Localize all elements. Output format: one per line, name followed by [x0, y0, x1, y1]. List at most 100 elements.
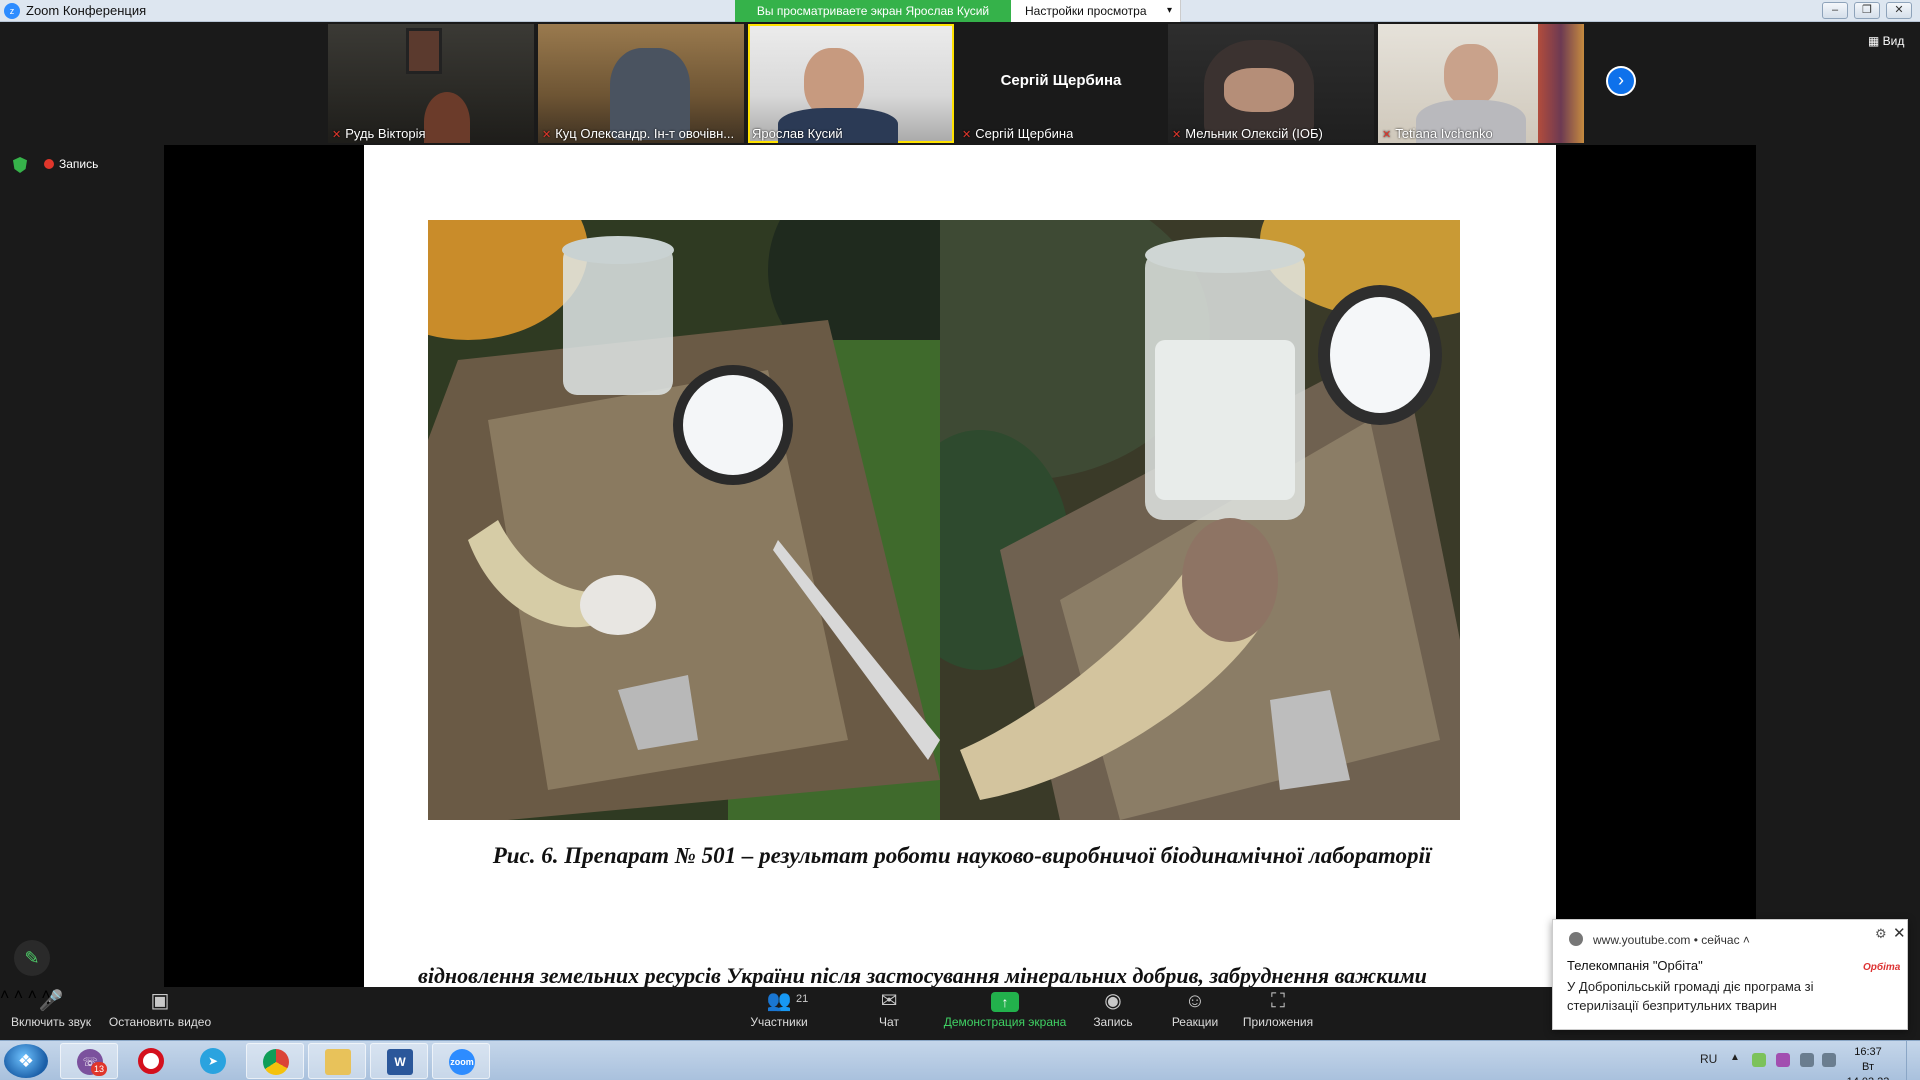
browser-notification[interactable]: www.youtube.com • сейчас ˄ ⚙ ✕ Телекомпа…: [1552, 919, 1908, 1030]
view-button[interactable]: ▦ Вид: [1868, 34, 1904, 48]
gear-icon[interactable]: ⚙: [1875, 926, 1887, 942]
taskbar-telegram[interactable]: ➤: [184, 1043, 242, 1079]
apps-button[interactable]: ⛶ Приложения: [1240, 987, 1316, 1040]
reactions-button[interactable]: ☺ Реакции: [1166, 987, 1224, 1040]
record-icon: ◉: [1104, 990, 1122, 1012]
view-options-label: Настройки просмотра: [1025, 4, 1147, 18]
participant-video-off-name: Сергій Щербина: [1000, 72, 1122, 89]
participant-tile[interactable]: ✕ Рудь Вікторія: [328, 24, 534, 143]
zoom-icon: zoom: [449, 1049, 475, 1075]
network-icon[interactable]: [1800, 1053, 1814, 1067]
notification-source: www.youtube.com • сейчас ˄: [1593, 933, 1750, 947]
taskbar-chrome[interactable]: [246, 1043, 304, 1079]
show-desktop-button[interactable]: [1906, 1041, 1920, 1080]
figure-caption: Рис. 6. Препарат № 501 – результат робот…: [492, 843, 1432, 868]
view-label: Вид: [1882, 34, 1905, 48]
taskbar-opera[interactable]: [122, 1043, 180, 1079]
person-silhouette: [424, 92, 470, 143]
close-button[interactable]: ✕: [1886, 2, 1912, 19]
participant-tile[interactable]: ✕ Куц Олександр. Ін-т овочівн...: [538, 24, 744, 143]
window-title: Zoom Конференция: [26, 3, 147, 18]
participants-label: Участники: [750, 1015, 808, 1029]
title-bar: z Zoom Конференция Вы просматриваете экр…: [0, 0, 1920, 22]
chat-button[interactable]: ✉ Чат: [866, 987, 912, 1040]
wall-picture: [406, 28, 442, 74]
taskbar-clock[interactable]: 16:37 Вт 14.03.23: [1840, 1045, 1896, 1080]
mic-muted-icon: ✕: [332, 129, 342, 141]
participant-name: ✕ Сергій Щербина: [962, 126, 1074, 141]
reaction-smile-icon: ☺: [1184, 990, 1206, 1012]
participant-name: Ярослав Кусий: [752, 126, 843, 141]
chat-label: Чат: [879, 1015, 899, 1029]
participant-tile-active[interactable]: Ярослав Кусий: [748, 24, 954, 143]
view-options-button[interactable]: Настройки просмотра ▾: [1011, 0, 1181, 22]
recording-label: Запись: [59, 157, 99, 171]
mic-muted-icon: ✕: [542, 129, 552, 141]
mic-muted-icon: ✕: [1172, 129, 1182, 141]
speaker-icon[interactable]: [1822, 1053, 1836, 1067]
viber-badge: 13: [91, 1062, 107, 1076]
stop-video-button[interactable]: ▣ Остановить видео: [106, 987, 214, 1040]
person-face: [1444, 44, 1498, 106]
language-indicator[interactable]: RU: [1700, 1052, 1717, 1066]
close-icon[interactable]: ✕: [1893, 924, 1906, 942]
shared-document-page: Рис. 6. Препарат № 501 – результат робот…: [364, 145, 1556, 987]
security-shield-icon[interactable]: [13, 157, 27, 173]
word-icon: W: [387, 1049, 413, 1075]
taskbar-explorer[interactable]: [308, 1043, 366, 1079]
restore-button[interactable]: ❐: [1854, 2, 1880, 19]
recording-indicator[interactable]: Запись: [44, 157, 98, 171]
participant-tile[interactable]: ✕ Мельник Олексій (ІОБ): [1168, 24, 1374, 143]
notification-message: У Добропільській громаді діє програма зі…: [1567, 979, 1814, 1013]
tray-viber-icon[interactable]: [1776, 1053, 1790, 1067]
clock-time: 16:37: [1854, 1046, 1882, 1058]
apps-label: Приложения: [1242, 1015, 1314, 1029]
minimize-button[interactable]: –: [1822, 2, 1848, 19]
next-page-arrow-icon[interactable]: ›: [1606, 66, 1636, 96]
record-dot-icon: [44, 159, 54, 169]
participant-tile[interactable]: Сергій Щербина ✕ Сергій Щербина: [958, 24, 1164, 143]
share-screen-button[interactable]: ↑ Демонстрация экрана: [940, 987, 1070, 1040]
zoom-window: z Zoom Конференция Вы просматриваете экр…: [0, 0, 1920, 1080]
tray-app-icon[interactable]: [1752, 1053, 1766, 1067]
zoom-icon: z: [4, 3, 20, 19]
participant-tile[interactable]: ✕ Tetiana Ivchenko: [1378, 24, 1584, 143]
record-button[interactable]: ◉ Запись: [1090, 987, 1136, 1040]
share-screen-icon: ↑: [940, 987, 1070, 1015]
apps-grid-icon: ⛶: [1271, 990, 1285, 1012]
annotate-pencil-icon[interactable]: ✎: [14, 940, 50, 976]
tray-expand-icon[interactable]: ▲: [1730, 1052, 1740, 1063]
telegram-icon: ➤: [200, 1048, 226, 1074]
folder-icon: [325, 1049, 351, 1075]
chat-bubble-icon: ✉: [880, 990, 898, 1012]
participants-count: 21: [796, 993, 809, 1005]
camera-icon: ▣: [150, 990, 170, 1012]
taskbar-viber[interactable]: ☏ 13: [60, 1043, 118, 1079]
chrome-icon: [263, 1049, 289, 1075]
participant-name: ✕ Куц Олександр. Ін-т овочівн...: [542, 126, 735, 141]
opera-icon: [138, 1048, 164, 1074]
person-face: [1224, 68, 1294, 112]
reactions-label: Реакции: [1171, 1015, 1219, 1029]
participant-name: ✕ Рудь Вікторія: [332, 126, 426, 141]
windows-taskbar: ❖ ☏ 13 ➤ W zoom RU ▲ 16:37 Вт 14.0: [0, 1040, 1920, 1080]
photo-preparation-after: [940, 220, 1460, 820]
unmute-label: Включить звук: [10, 1015, 92, 1029]
chevron-down-icon: ▾: [1166, 5, 1172, 16]
orbita-logo: Орбіта: [1863, 962, 1901, 973]
mic-muted-icon: ✕: [962, 129, 972, 141]
mic-muted-icon: ✕: [1382, 129, 1392, 141]
participant-name: ✕ Мельник Олексій (ІОБ): [1172, 126, 1323, 141]
clock-date: Вт 14.03.23: [1847, 1061, 1890, 1080]
taskbar-word[interactable]: W: [370, 1043, 428, 1079]
windows-start-icon[interactable]: ❖: [4, 1044, 48, 1078]
background-shelf: [1538, 24, 1584, 143]
chrome-icon: [1569, 932, 1583, 946]
mic-muted-icon: 🎤: [38, 990, 64, 1012]
share-screen-label: Демонстрация экрана: [943, 1015, 1067, 1029]
document-text-line: відновлення земельних ресурсів України п…: [418, 963, 1427, 987]
unmute-button[interactable]: 🎤 Включить звук: [8, 987, 94, 1040]
taskbar-zoom[interactable]: zoom: [432, 1043, 490, 1079]
participant-name: ✕ Tetiana Ivchenko: [1382, 126, 1493, 141]
stop-video-label: Остановить видео: [108, 1015, 212, 1029]
